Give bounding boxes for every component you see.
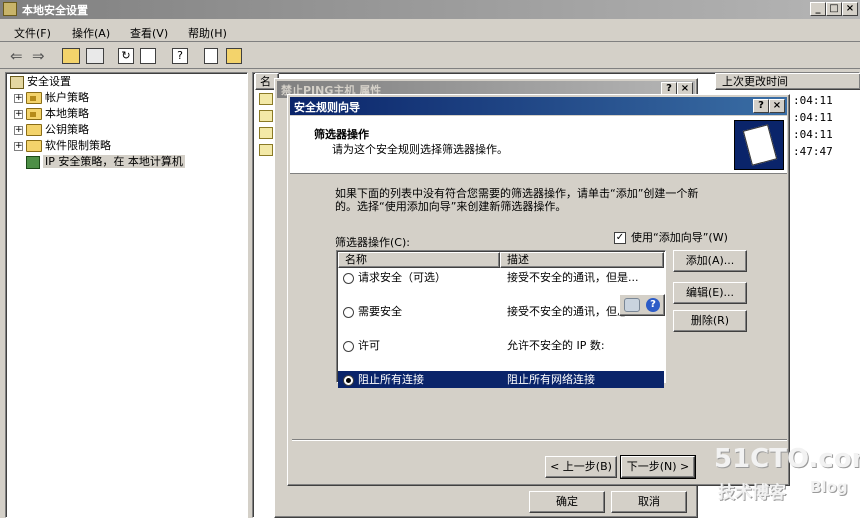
instruction-line-2: 的。选择“使用添加向导”来创建新筛选器操作。: [335, 200, 567, 213]
hand-pointer-icon[interactable]: [624, 298, 640, 312]
folder-icon: [26, 92, 42, 104]
last-modified-cell: :47:47: [793, 145, 833, 158]
watermark-blog: Blog: [810, 478, 848, 496]
policy-doc-icon: [259, 93, 273, 105]
filter-row-require-security[interactable]: 需要安全 接受不安全的通讯，但总: [338, 303, 664, 320]
app-icon: [3, 2, 17, 16]
last-modified-cell: :04:11: [793, 128, 833, 141]
radio-button[interactable]: [343, 306, 354, 318]
security-settings-icon: [10, 75, 24, 89]
use-add-wizard-checkbox[interactable]: ✓ 使用“添加向导”(W): [614, 229, 728, 245]
policy-doc-icon: [259, 144, 273, 156]
close-button[interactable]: ×: [842, 2, 858, 16]
export-list-icon[interactable]: [140, 48, 156, 64]
maximize-button[interactable]: □: [826, 2, 842, 16]
security-rule-wizard: 安全规则向导 ? × 筛选器操作 请为这个安全规则选择筛选器操作。 如果下面的列…: [287, 94, 790, 486]
checkbox-checkmark-icon[interactable]: ✓: [614, 232, 626, 244]
wizard-scroll-icon: [734, 120, 784, 170]
menu-bar: 文件(F) 操作(A) 查看(V) 帮助(H): [0, 20, 860, 42]
next-button[interactable]: 下一步(N) >: [620, 455, 696, 479]
tree-item-software-restriction[interactable]: + 软件限制策略: [14, 138, 111, 154]
filter-row-block-all[interactable]: 阻止所有连接 阻止所有网络连接: [338, 371, 664, 388]
expand-icon[interactable]: +: [14, 141, 23, 151]
floating-tool-popup: ?: [619, 294, 665, 316]
tree-root[interactable]: 安全设置: [10, 74, 71, 90]
tree-item-ip-security[interactable]: IP 安全策略，在 本地计算机: [26, 154, 185, 170]
show-tree-icon[interactable]: [86, 48, 104, 64]
filter-action-list-label: 筛选器操作(C):: [335, 236, 410, 249]
up-folder-icon[interactable]: [62, 48, 80, 64]
folder-icon: [26, 140, 42, 152]
forward-arrow-icon[interactable]: ⇒: [32, 47, 45, 65]
info-help-icon[interactable]: ?: [646, 298, 660, 312]
wizard-title-bar: 安全规则向导 ? ×: [290, 97, 787, 115]
tree-item-public-key-policy[interactable]: + 公钥策略: [14, 122, 89, 138]
wizard-close-button[interactable]: ×: [769, 99, 785, 113]
radio-button-selected[interactable]: [343, 374, 354, 386]
edit-button[interactable]: 编辑(E)...: [673, 282, 747, 304]
add-button[interactable]: 添加(A)...: [673, 250, 747, 272]
expand-icon[interactable]: +: [14, 125, 23, 135]
watermark: 51CTO.com 技术博客 Blog: [706, 444, 860, 506]
column-header-last-modified[interactable]: 上次更改时间: [715, 73, 860, 90]
radio-button[interactable]: [343, 340, 354, 352]
folder-icon: [26, 124, 42, 136]
wizard-help-button[interactable]: ?: [753, 99, 769, 113]
radio-button[interactable]: [343, 272, 354, 284]
menu-file[interactable]: 文件(F): [14, 25, 51, 41]
expand-icon[interactable]: +: [14, 93, 23, 103]
menu-action[interactable]: 操作(A): [72, 25, 110, 41]
folder-icon: [26, 108, 42, 120]
back-button[interactable]: < 上一步(B): [545, 456, 617, 478]
expand-icon[interactable]: +: [14, 109, 23, 119]
toolbar: ⇐ ⇒ ↻ ?: [0, 43, 860, 69]
app-title: 本地安全设置: [22, 4, 88, 17]
filter-row-request-security[interactable]: 请求安全（可选） 接受不安全的通讯，但是...: [338, 269, 664, 286]
menu-view[interactable]: 查看(V): [130, 25, 168, 41]
properties-icon[interactable]: [204, 48, 218, 64]
policy-doc-icon: [259, 127, 273, 139]
column-header-filter-name[interactable]: 名称: [338, 252, 500, 268]
wizard-header: 筛选器操作 请为这个安全规则选择筛选器操作。: [290, 116, 787, 174]
filter-action-list[interactable]: 名称 描述 请求安全（可选） 接受不安全的通讯，但是... 需要安全 接受不安全…: [336, 250, 666, 388]
wizard-heading: 筛选器操作: [314, 128, 369, 141]
tree-item-local-policy[interactable]: + 本地策略: [14, 106, 89, 122]
wizard-title: 安全规则向导: [294, 101, 360, 114]
remove-button[interactable]: 删除(R): [673, 310, 747, 332]
minimize-button[interactable]: _: [810, 2, 826, 16]
help-icon[interactable]: ?: [172, 48, 188, 64]
menu-help[interactable]: 帮助(H): [188, 25, 227, 41]
last-modified-cell: :04:11: [793, 94, 833, 107]
column-header-filter-desc[interactable]: 描述: [500, 252, 664, 268]
tree-item-account-policy[interactable]: + 帐户策略: [14, 90, 89, 106]
wizard-separator: [292, 439, 787, 441]
watermark-brand: 51CTO.com: [714, 444, 860, 474]
refresh-icon[interactable]: ↻: [118, 48, 134, 64]
wizard-subheading: 请为这个安全规则选择筛选器操作。: [332, 143, 508, 156]
ip-security-icon: [26, 155, 40, 169]
watermark-sub: 技术博客: [718, 483, 786, 503]
main-title-bar: 本地安全设置 _ □ ×: [0, 0, 860, 19]
last-modified-cell: :04:11: [793, 111, 833, 124]
back-arrow-icon[interactable]: ⇐: [10, 47, 23, 65]
filter-row-permit[interactable]: 许可 允许不安全的 IP 数:: [338, 337, 664, 354]
tree-pane: 安全设置 + 帐户策略 + 本地策略 + 公钥策略 + 软件限制策略 IP 安全策略，在…: [5, 72, 248, 518]
assign-policy-icon[interactable]: [226, 48, 242, 64]
ok-button[interactable]: 确定: [529, 491, 605, 513]
cancel-button[interactable]: 取消: [611, 491, 687, 513]
policy-doc-icon: [259, 110, 273, 122]
